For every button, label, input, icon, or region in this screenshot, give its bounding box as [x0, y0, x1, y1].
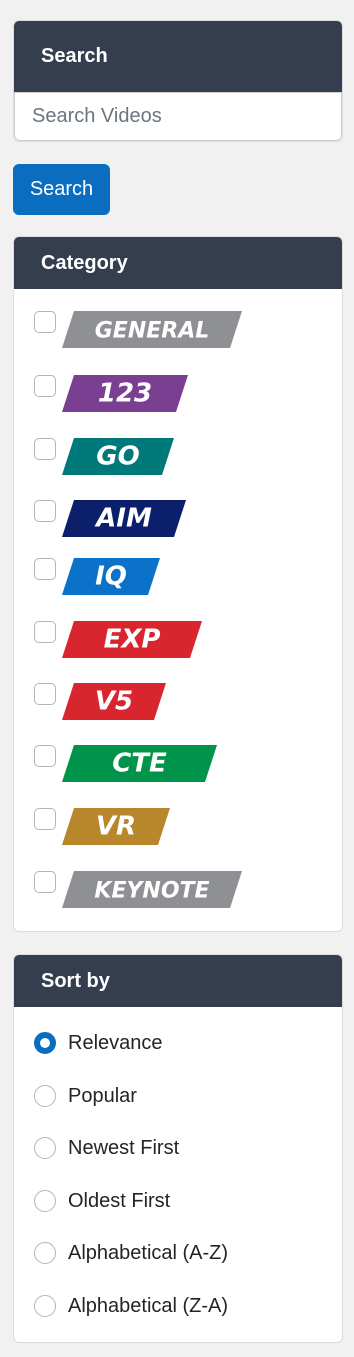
category-badge: EXP [62, 620, 202, 658]
category-badge: GO [62, 437, 174, 475]
category-panel-title: Category [14, 237, 342, 289]
category-item[interactable]: V5 [34, 681, 166, 721]
category-badge-label: CTE [112, 748, 167, 778]
sort-option-label: Oldest First [68, 1189, 171, 1212]
category-checkbox[interactable] [34, 808, 56, 830]
sort-radio[interactable] [34, 1085, 56, 1107]
sort-option[interactable]: Oldest First [34, 1186, 170, 1216]
category-checkbox[interactable] [34, 311, 56, 333]
sort-option-label: Newest First [68, 1136, 180, 1159]
category-badge: GENERAL [62, 310, 242, 348]
category-checkbox[interactable] [34, 871, 56, 893]
sort-radio[interactable] [34, 1190, 56, 1212]
search-button[interactable]: Search [13, 164, 110, 215]
category-badge-label: V5 [95, 686, 133, 716]
category-badge-label: KEYNOTE [94, 878, 209, 903]
category-badge-label: GO [96, 441, 139, 471]
sort-radio[interactable] [34, 1137, 56, 1159]
sort-option[interactable]: Relevance [34, 1028, 163, 1058]
category-badge-label: EXP [104, 624, 161, 654]
category-item[interactable]: VR [34, 806, 170, 846]
category-checkbox[interactable] [34, 375, 56, 397]
sort-option[interactable]: Alphabetical (Z-A) [34, 1291, 228, 1321]
category-badge-label: GENERAL [95, 318, 210, 343]
category-item[interactable]: AIM [34, 498, 186, 538]
sort-panel-title: Sort by [14, 955, 342, 1007]
category-item[interactable]: GENERAL [34, 309, 242, 349]
category-badge: IQ [62, 557, 160, 595]
category-panel: Category GENERAL 123 GO AIM IQ EXP V5 CTE VR KEYN… [13, 236, 343, 932]
sort-option-label: Relevance [68, 1031, 163, 1054]
category-checkbox[interactable] [34, 558, 56, 580]
sort-radio[interactable] [34, 1295, 56, 1317]
category-badge-label: 123 [98, 378, 152, 408]
category-item[interactable]: EXP [34, 619, 202, 659]
category-checkbox[interactable] [34, 438, 56, 460]
category-badge-label: IQ [95, 561, 127, 591]
category-badge: 123 [62, 374, 188, 412]
sort-panel: Sort by Relevance Popular Newest First Olde… [13, 954, 343, 1343]
category-badge: KEYNOTE [62, 870, 242, 908]
category-badge: V5 [62, 682, 166, 720]
sort-option-label: Alphabetical (Z-A) [68, 1294, 229, 1317]
search-input[interactable] [14, 92, 342, 141]
category-checkbox[interactable] [34, 683, 56, 705]
category-badge: VR [62, 807, 170, 845]
sort-option[interactable]: Popular [34, 1081, 137, 1111]
category-item[interactable]: CTE [34, 743, 217, 783]
sort-option-label: Popular [68, 1084, 137, 1107]
category-badge: CTE [62, 744, 217, 782]
search-panel-title: Search [14, 21, 342, 92]
category-item[interactable]: KEYNOTE [34, 869, 242, 909]
sort-radio[interactable] [34, 1242, 56, 1264]
category-item[interactable]: GO [34, 436, 174, 476]
sort-option-label: Alphabetical (A-Z) [68, 1241, 229, 1264]
category-checkbox[interactable] [34, 745, 56, 767]
category-badge: AIM [62, 499, 186, 537]
category-checkbox[interactable] [34, 621, 56, 643]
category-item[interactable]: 123 [34, 373, 188, 413]
sort-option[interactable]: Newest First [34, 1133, 179, 1163]
category-badge-label: AIM [94, 503, 152, 533]
category-item[interactable]: IQ [34, 556, 160, 596]
search-panel: Search [13, 20, 343, 142]
category-checkbox[interactable] [34, 500, 56, 522]
sort-radio[interactable] [34, 1032, 56, 1054]
category-badge-label: VR [96, 811, 136, 841]
sort-option[interactable]: Alphabetical (A-Z) [34, 1238, 228, 1268]
